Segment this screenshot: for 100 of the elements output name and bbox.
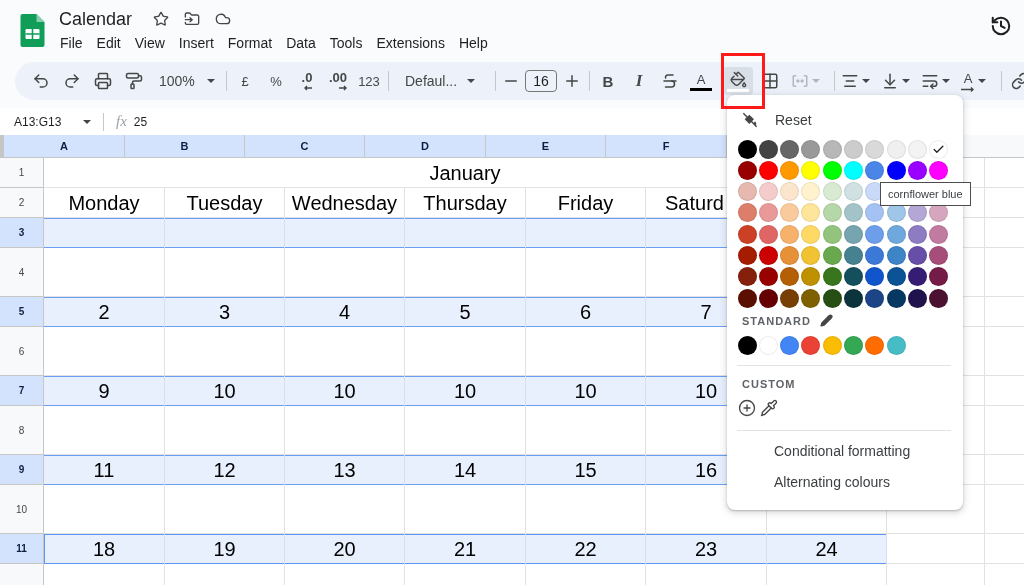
color-swatch[interactable] (844, 160, 863, 180)
color-swatch[interactable] (907, 224, 927, 244)
color-swatch[interactable] (801, 224, 821, 244)
arrow-left-icon[interactable] (304, 85, 313, 91)
color-swatch[interactable] (822, 288, 842, 308)
color-swatch[interactable] (907, 246, 927, 265)
column-header[interactable]: D (365, 135, 486, 158)
color-swatch[interactable] (844, 139, 863, 159)
color-swatch[interactable] (822, 224, 842, 244)
column-header[interactable]: C (245, 135, 365, 158)
folder-icon[interactable] (184, 11, 201, 27)
color-swatch[interactable] (758, 288, 778, 308)
color-swatch[interactable] (886, 224, 906, 244)
italic-button[interactable]: I (625, 67, 653, 95)
eyedropper-icon[interactable] (760, 398, 778, 417)
color-swatch[interactable] (801, 160, 821, 180)
color-swatch[interactable] (865, 246, 885, 265)
row-header[interactable]: 8 (0, 406, 44, 455)
caret-icon[interactable] (83, 119, 91, 124)
redo-icon[interactable] (63, 72, 81, 90)
increase-decimal-button[interactable]: .00 (324, 67, 352, 95)
color-swatch[interactable] (865, 139, 885, 159)
text-color-button[interactable]: A (687, 67, 715, 95)
bold-button[interactable]: B (594, 67, 622, 95)
color-swatch[interactable] (865, 335, 885, 355)
color-swatch[interactable] (780, 246, 800, 265)
color-swatch[interactable] (865, 160, 885, 180)
menu-item[interactable]: Data (279, 34, 323, 52)
arrow-right-icon[interactable] (961, 86, 975, 92)
color-swatch[interactable] (844, 203, 863, 223)
color-swatch[interactable] (780, 335, 800, 355)
color-swatch[interactable] (929, 288, 949, 308)
color-swatch[interactable] (737, 335, 757, 355)
font-size-field[interactable]: 16 (525, 70, 557, 92)
plus-circle-icon[interactable] (738, 398, 756, 417)
color-swatch[interactable] (886, 267, 906, 287)
color-swatch[interactable] (822, 246, 842, 265)
color-swatch[interactable] (737, 246, 757, 265)
color-swatch[interactable] (780, 288, 800, 308)
menu-item[interactable]: View (127, 34, 172, 52)
color-swatch[interactable] (758, 139, 778, 159)
color-swatch[interactable] (844, 224, 863, 244)
color-swatch[interactable] (886, 246, 906, 265)
zoom-select[interactable]: 100% (151, 67, 221, 95)
row-header[interactable]: 4 (0, 248, 44, 297)
color-swatch[interactable] (801, 139, 821, 159)
plus-icon[interactable] (563, 72, 581, 90)
color-swatch[interactable] (886, 288, 906, 308)
color-swatch[interactable] (758, 246, 778, 265)
printer-icon[interactable] (94, 72, 112, 90)
color-swatch[interactable] (737, 203, 757, 223)
color-swatch[interactable] (929, 139, 949, 159)
reset-item[interactable]: Reset (727, 108, 812, 132)
strikethrough-icon[interactable] (661, 72, 679, 90)
caret-icon[interactable] (942, 79, 950, 83)
row-header[interactable]: 6 (0, 327, 44, 376)
color-swatch[interactable] (780, 139, 800, 159)
decrease-decimal-button[interactable]: .0 (293, 67, 321, 95)
caret-icon[interactable] (467, 79, 475, 83)
color-swatch[interactable] (801, 246, 821, 265)
color-swatch[interactable] (737, 182, 757, 202)
color-swatch[interactable] (865, 288, 885, 308)
color-swatch[interactable] (737, 288, 757, 308)
color-swatch[interactable] (801, 335, 821, 355)
column-header[interactable]: A (4, 135, 125, 158)
menu-item[interactable]: Extensions (369, 34, 452, 52)
text-rotation-button[interactable]: A (959, 67, 996, 95)
caret-icon[interactable] (978, 79, 986, 83)
color-swatch[interactable] (929, 160, 949, 180)
color-swatch[interactable] (844, 246, 863, 265)
color-swatch[interactable] (758, 160, 778, 180)
paint-bucket-icon[interactable] (729, 70, 747, 88)
row-header[interactable]: 10 (0, 485, 44, 534)
color-swatch[interactable] (844, 267, 863, 287)
arrow-right-icon[interactable] (339, 85, 348, 91)
color-swatch[interactable] (758, 182, 778, 202)
row-header[interactable]: 1 (0, 158, 44, 188)
color-swatch[interactable] (801, 203, 821, 223)
color-swatch[interactable] (907, 139, 927, 159)
color-swatch[interactable] (758, 203, 778, 223)
color-swatch[interactable] (886, 139, 906, 159)
color-swatch[interactable] (907, 267, 927, 287)
row-header[interactable]: 2 (0, 188, 44, 218)
color-swatch[interactable] (822, 139, 842, 159)
spreadsheet-icon[interactable] (20, 14, 45, 47)
color-swatch[interactable] (929, 267, 949, 287)
color-swatch[interactable] (907, 288, 927, 308)
menu-item[interactable]: Alternating colours (727, 466, 963, 498)
color-swatch[interactable] (844, 288, 863, 308)
color-swatch[interactable] (758, 267, 778, 287)
currency-button[interactable]: £ (231, 67, 259, 95)
caret-icon[interactable] (207, 79, 215, 83)
column-header[interactable]: F (606, 135, 727, 158)
row-header[interactable]: 5 (0, 297, 44, 327)
color-swatch[interactable] (780, 224, 800, 244)
color-swatch[interactable] (737, 224, 757, 244)
row-header[interactable]: 11 (0, 534, 44, 564)
font-select[interactable]: Defaul... (393, 67, 481, 95)
name-box[interactable]: A13:G13 (8, 110, 96, 133)
color-swatch[interactable] (822, 267, 842, 287)
